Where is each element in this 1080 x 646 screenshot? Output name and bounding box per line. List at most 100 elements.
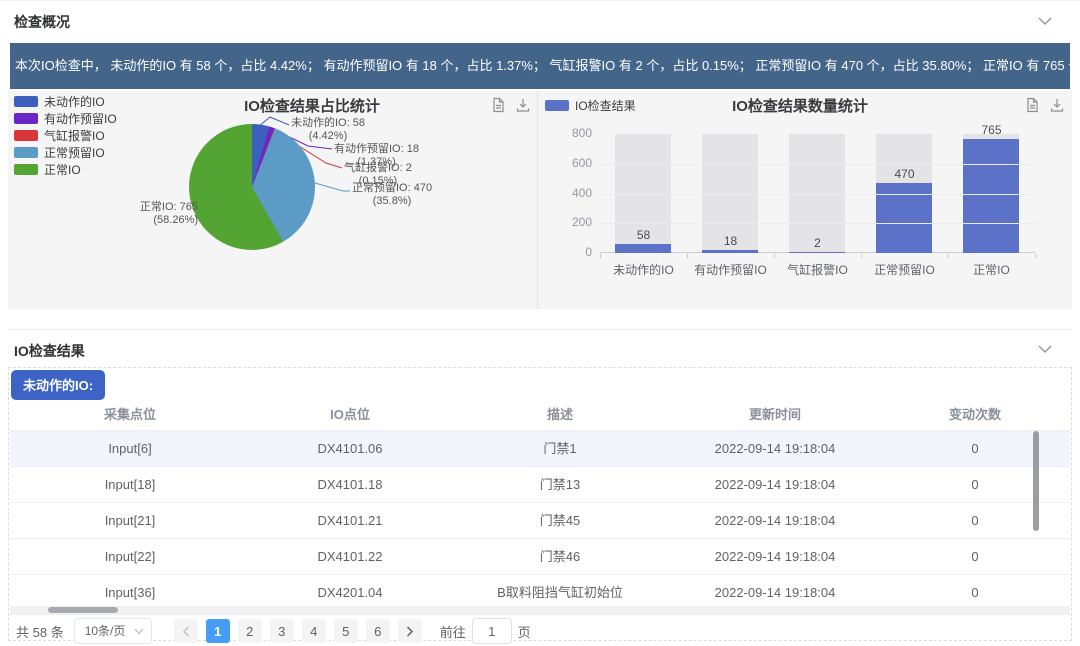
legend-swatch — [14, 130, 38, 141]
summary-banner: 本次IO检查中， 未动作的IO 有 58 个，占比 4.42%； 有动作预留IO… — [10, 43, 1070, 89]
data-view-icon[interactable] — [490, 97, 506, 113]
page-suffix-label: 页 — [518, 622, 531, 641]
legend-item[interactable]: 未动作的IO — [14, 95, 117, 107]
total-count-label: 共 58 条 — [16, 622, 64, 641]
chevron-left-icon — [182, 626, 190, 637]
horizontal-scrollbar-track[interactable] — [10, 606, 1070, 614]
table-cell: 0 — [880, 431, 1070, 466]
chevron-down-icon — [134, 628, 144, 635]
legend-label: 气缸报警IO — [44, 127, 105, 144]
next-page-button[interactable] — [398, 619, 422, 643]
bar[interactable] — [615, 244, 671, 253]
page-size-value: 10条/页 — [85, 624, 126, 638]
bar-value-label: 58 — [600, 228, 687, 242]
goto-label: 前往 — [440, 622, 466, 641]
table-header-row: 采集点位IO点位描述更新时间变动次数 — [10, 400, 1070, 431]
goto-page-input[interactable] — [472, 618, 512, 644]
table-cell: 门禁45 — [450, 503, 670, 538]
chevron-right-icon — [406, 626, 414, 637]
legend-swatch — [14, 96, 38, 107]
bar-value-label: 765 — [948, 123, 1035, 137]
results-panel: 未动作的IO: 采集点位IO点位描述更新时间变动次数 Input[6]DX410… — [8, 367, 1072, 641]
bar[interactable] — [963, 139, 1019, 253]
table-cell: 门禁1 — [450, 431, 670, 466]
x-axis-tick — [600, 254, 601, 258]
bar[interactable] — [789, 252, 845, 253]
table-cell: 2022-09-14 19:18:04 — [670, 539, 880, 574]
horizontal-scrollbar-thumb[interactable] — [48, 607, 118, 613]
bar-legend-swatch — [545, 100, 569, 111]
pie-slice-label: 正常预留IO: 470(35.8%) — [352, 182, 432, 208]
pie-toolbox — [490, 97, 531, 113]
pagination-bar: 共 58 条 10条/页 123456 前往 页 — [10, 614, 1070, 640]
table-cell: 2022-09-14 19:18:04 — [670, 431, 880, 466]
vertical-scrollbar-thumb[interactable] — [1033, 431, 1039, 531]
x-axis-category-label: 正常IO — [948, 261, 1035, 278]
bar[interactable] — [702, 250, 758, 253]
table-cell: 2022-09-14 19:18:04 — [670, 575, 880, 610]
table-cell: DX4101.22 — [250, 539, 450, 574]
table-row[interactable]: Input[22]DX4101.22门禁462022-09-14 19:18:0… — [10, 539, 1070, 575]
pie-label-percent: (4.42%) — [291, 130, 365, 143]
data-view-icon[interactable] — [1024, 97, 1040, 113]
pie-chart-card: 未动作的IO有动作预留IO气缸报警IO正常预留IO正常IO IO检查结果占比统计 — [8, 91, 537, 309]
x-axis-tick — [687, 254, 688, 258]
table-row[interactable]: Input[18]DX4101.18门禁132022-09-14 19:18:0… — [10, 467, 1070, 503]
bar-plot: 58未动作的IO18有动作预留IO2气缸报警IO470正常预留IO765正常IO… — [600, 134, 1035, 253]
prev-page-button[interactable] — [174, 619, 198, 643]
pie-label-percent: (58.26%) — [140, 214, 198, 227]
bar-legend[interactable]: IO检查结果 — [545, 97, 636, 114]
legend-item[interactable]: 正常IO — [14, 163, 117, 175]
table-cell: 0 — [880, 503, 1070, 538]
io-inspection-dashboard: 检查概况 本次IO检查中， 未动作的IO 有 58 个，占比 4.42%； 有动… — [0, 0, 1080, 646]
result-type-badge: 未动作的IO: — [11, 370, 105, 400]
legend-label: 有动作预留IO — [44, 110, 117, 127]
x-axis-tick — [948, 254, 949, 258]
table-header-cell: 描述 — [450, 400, 670, 430]
table-header-cell: 采集点位 — [10, 400, 250, 430]
page-button[interactable]: 2 — [238, 619, 262, 643]
table-cell: 0 — [880, 539, 1070, 574]
y-axis-tick-label: 0 — [546, 245, 592, 259]
table-cell: DX4101.18 — [250, 467, 450, 502]
pie-label-percent: (35.8%) — [352, 195, 432, 208]
overview-collapse-chevron-down-icon[interactable] — [1038, 17, 1052, 26]
charts-row: 未动作的IO有动作预留IO气缸报警IO正常预留IO正常IO IO检查结果占比统计 — [8, 91, 1072, 309]
pie-label-name-value: 正常IO: 765 — [140, 201, 198, 214]
pie-label-name-value: 气缸报警IO: 2 — [344, 162, 412, 175]
page-button[interactable]: 1 — [206, 619, 230, 643]
bar-value-label: 470 — [861, 167, 948, 181]
legend-swatch — [14, 164, 38, 175]
gridline — [600, 223, 1035, 224]
page-button[interactable]: 3 — [270, 619, 294, 643]
page-button[interactable]: 6 — [366, 619, 390, 643]
table-cell: Input[21] — [10, 503, 250, 538]
y-axis-tick-label: 200 — [546, 215, 592, 229]
table-row[interactable]: Input[6]DX4101.06门禁12022-09-14 19:18:040 — [10, 431, 1070, 467]
download-icon[interactable] — [1049, 97, 1065, 113]
table-cell: 门禁13 — [450, 467, 670, 502]
legend-item[interactable]: 正常预留IO — [14, 146, 117, 158]
page-button[interactable]: 4 — [302, 619, 326, 643]
results-collapse-chevron-down-icon[interactable] — [1038, 345, 1052, 354]
table-cell: Input[36] — [10, 575, 250, 610]
legend-item[interactable]: 气缸报警IO — [14, 129, 117, 141]
legend-swatch — [14, 113, 38, 124]
table-row[interactable]: Input[21]DX4101.21门禁452022-09-14 19:18:0… — [10, 503, 1070, 539]
legend-item[interactable]: 有动作预留IO — [14, 112, 117, 124]
legend-swatch — [14, 147, 38, 158]
io-results-table: 采集点位IO点位描述更新时间变动次数 Input[6]DX4101.06门禁12… — [10, 400, 1070, 611]
page-size-select[interactable]: 10条/页 — [74, 618, 152, 644]
table-cell: 2022-09-14 19:18:04 — [670, 467, 880, 502]
table-body: Input[6]DX4101.06门禁12022-09-14 19:18:040… — [10, 431, 1070, 611]
x-axis-category-label: 有动作预留IO — [687, 261, 774, 278]
table-header-cell: 更新时间 — [670, 400, 880, 430]
overview-section-title: 检查概况 — [14, 12, 70, 32]
table-cell: 0 — [880, 467, 1070, 502]
page-button[interactable]: 5 — [334, 619, 358, 643]
download-icon[interactable] — [515, 97, 531, 113]
bar-legend-label: IO检查结果 — [575, 97, 636, 114]
x-axis-category-label: 气缸报警IO — [774, 261, 861, 278]
gridline — [600, 194, 1035, 195]
table-cell: DX4101.06 — [250, 431, 450, 466]
